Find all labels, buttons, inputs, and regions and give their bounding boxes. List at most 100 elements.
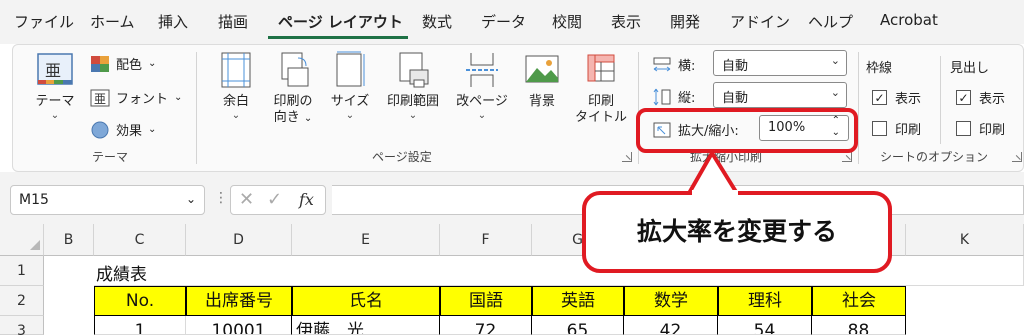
orientation-button[interactable]: 印刷の 向き ⌄ — [266, 50, 320, 127]
header-cell-japanese[interactable]: 国語 — [440, 286, 532, 316]
tab-review[interactable]: 校閲 — [552, 11, 582, 32]
tab-page-layout[interactable]: ページ レイアウト — [278, 11, 403, 32]
row-header-2[interactable]: 2 — [0, 286, 44, 316]
page-setup-group-label: ページ設定 — [372, 150, 432, 164]
chevron-down-icon: ⌄ — [185, 192, 196, 206]
column-header-c[interactable]: C — [94, 224, 186, 256]
name-box[interactable]: M15 ⌄ — [10, 185, 205, 215]
group-divider — [858, 52, 859, 164]
data-cell-japanese[interactable]: 72 — [440, 316, 532, 335]
height-label: 縦: — [678, 91, 696, 106]
background-button[interactable]: 背景 — [522, 50, 562, 110]
scale-highlight-box — [636, 108, 858, 153]
header-cell-math[interactable]: 数学 — [624, 286, 718, 316]
tab-view[interactable]: 表示 — [611, 11, 641, 32]
size-label: サイズ — [330, 94, 370, 109]
print-titles-label-line1: 印刷 — [587, 94, 614, 109]
checkbox-empty-icon — [872, 121, 887, 136]
chevron-down-icon: ⌄ — [303, 113, 313, 124]
headings-view-checkbox[interactable]: ✓ 表示 — [956, 88, 1005, 107]
print-area-button[interactable]: 印刷範囲 ⌄ — [380, 50, 446, 122]
header-cell-social[interactable]: 社会 — [812, 286, 906, 316]
header-cell-no[interactable]: No. — [94, 286, 186, 316]
headings-print-label: 印刷 — [979, 123, 1006, 138]
select-all-triangle-icon — [30, 240, 40, 250]
cancel-icon[interactable]: ✕ — [239, 189, 254, 210]
enter-check-icon[interactable]: ✓ — [267, 189, 282, 210]
colors-button[interactable]: 配色 ⌄ — [90, 54, 156, 73]
font-icon: 亜 — [90, 89, 110, 106]
column-header-b[interactable]: B — [44, 224, 94, 256]
column-header-k[interactable]: K — [906, 224, 1024, 256]
tab-home[interactable]: ホーム — [90, 11, 135, 32]
chevron-down-icon: ⌄ — [830, 86, 840, 99]
chevron-down-icon: ⌄ — [345, 110, 355, 121]
column-header-e[interactable]: E — [292, 224, 440, 256]
print-titles-button[interactable]: 印刷 タイトル — [574, 50, 628, 126]
data-cell-attendance-number[interactable]: 10001 — [186, 316, 292, 335]
tab-data[interactable]: データ — [481, 11, 526, 32]
tab-addins[interactable]: アドイン — [730, 11, 790, 32]
sheet-options-launcher-icon[interactable] — [1012, 152, 1022, 162]
margins-button[interactable]: 余白 ⌄ — [214, 50, 258, 122]
headings-print-checkbox[interactable]: 印刷 — [956, 119, 1005, 138]
height-select[interactable]: 自動 ⌄ — [713, 82, 847, 108]
tab-file[interactable]: ファイル — [14, 11, 74, 32]
data-cell-no[interactable]: 1 — [94, 316, 186, 335]
data-cell-science[interactable]: 54 — [718, 316, 812, 335]
formula-buttons: ✕ ✓ fx — [230, 185, 326, 215]
tab-insert[interactable]: 挿入 — [158, 11, 188, 32]
width-label: 横: — [678, 59, 696, 74]
tab-acrobat[interactable]: Acrobat — [880, 11, 938, 29]
data-cell-english[interactable]: 65 — [532, 316, 624, 335]
headings-view-label: 表示 — [979, 92, 1006, 107]
scale-launcher-icon[interactable] — [842, 152, 852, 162]
orientation-label-line1: 印刷の — [273, 94, 313, 109]
print-area-label: 印刷範囲 — [386, 94, 439, 109]
theme-group-label: テーマ — [92, 150, 129, 164]
header-cell-english[interactable]: 英語 — [532, 286, 624, 316]
page-size-icon — [336, 51, 365, 87]
tab-developer[interactable]: 開発 — [670, 11, 700, 32]
effects-icon — [91, 121, 109, 138]
sheet-options-group-label: シートのオプション — [880, 150, 989, 164]
header-cell-name[interactable]: 氏名 — [292, 286, 440, 316]
sheet-title-cell[interactable]: 成績表 — [94, 256, 186, 286]
margins-label: 余白 — [222, 94, 249, 109]
tab-formulas[interactable]: 数式 — [422, 11, 452, 32]
data-cell-math[interactable]: 42 — [624, 316, 718, 335]
background-label: 背景 — [528, 94, 555, 109]
column-header-d[interactable]: D — [186, 224, 292, 256]
fonts-button[interactable]: 亜 フォント ⌄ — [90, 88, 182, 107]
themes-icon: 亜 — [37, 53, 73, 85]
themes-button[interactable]: 亜 テーマ ⌄ — [32, 50, 78, 122]
callout-text: 拡大率を変更する — [636, 217, 837, 246]
page-setup-launcher-icon[interactable] — [622, 152, 632, 162]
data-cell-name[interactable]: 伊藤 光 — [292, 316, 440, 335]
gridlines-title: 枠線 — [866, 61, 893, 76]
gridlines-view-checkbox[interactable]: ✓ 表示 — [872, 88, 921, 107]
tab-help[interactable]: ヘルプ — [808, 11, 853, 32]
callout-bubble: 拡大率を変更する — [582, 191, 892, 273]
size-button[interactable]: サイズ ⌄ — [330, 50, 370, 122]
breaks-button[interactable]: 改ページ ⌄ — [452, 50, 512, 122]
width-select[interactable]: 自動 ⌄ — [713, 50, 847, 76]
row-header-3[interactable]: 3 — [0, 316, 44, 335]
colors-label: 配色 — [116, 58, 143, 73]
color-palette-icon — [91, 55, 109, 72]
breaks-label: 改ページ — [456, 94, 508, 109]
tab-draw[interactable]: 描画 — [218, 11, 248, 32]
data-cell-social[interactable]: 88 — [812, 316, 906, 335]
header-cell-science[interactable]: 理科 — [718, 286, 812, 316]
header-cell-attendance-number[interactable]: 出席番号 — [186, 286, 292, 316]
svg-text:亜: 亜 — [45, 61, 61, 80]
select-all-corner[interactable] — [0, 224, 44, 256]
effects-button[interactable]: 効果 ⌄ — [90, 120, 156, 139]
insert-function-icon[interactable]: fx — [299, 190, 314, 209]
row-header-1[interactable]: 1 — [0, 256, 44, 286]
gridlines-print-checkbox[interactable]: 印刷 — [872, 119, 921, 138]
gridlines-print-label: 印刷 — [895, 123, 922, 138]
column-header-f[interactable]: F — [440, 224, 532, 256]
width-icon — [653, 57, 671, 71]
more-options-icon[interactable]: ⋮ — [214, 190, 228, 206]
